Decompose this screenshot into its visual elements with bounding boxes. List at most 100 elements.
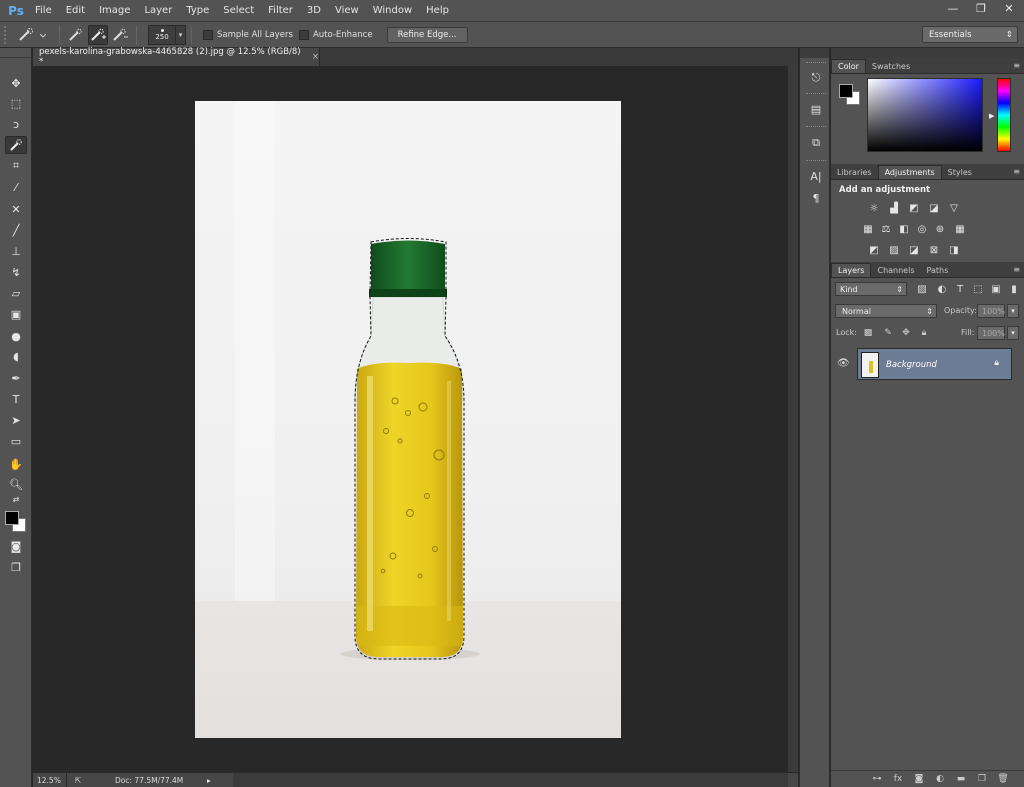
path-selection-icon[interactable]: ➤ <box>5 411 27 429</box>
menu-view[interactable]: View <box>328 0 366 22</box>
paragraph-panel-icon[interactable]: ¶ <box>808 190 824 206</box>
document-tab[interactable]: pexels-karolina-grabowska-4465828 (2).jp… <box>33 47 320 67</box>
tab-libraries[interactable]: Libraries <box>831 165 878 179</box>
new-adjustment-layer-icon[interactable]: ◐ <box>933 774 947 784</box>
dodge-icon[interactable]: ◖ <box>5 347 27 365</box>
hand-icon[interactable]: ✋ <box>5 455 27 473</box>
options-grip[interactable] <box>4 25 10 44</box>
swap-colors-icon[interactable]: ⇄ <box>5 494 27 504</box>
dock-grip[interactable] <box>806 93 826 96</box>
tool-preset-picker[interactable] <box>16 25 54 45</box>
hue-saturation-icon[interactable]: ▦ <box>861 223 875 235</box>
menu-help[interactable]: Help <box>419 0 456 22</box>
tab-channels[interactable]: Channels <box>871 263 920 277</box>
photo-filter-icon[interactable]: ◎ <box>915 223 929 235</box>
menu-filter[interactable]: Filter <box>261 0 300 22</box>
color-picker-field[interactable] <box>867 78 983 152</box>
minimize-button[interactable]: — <box>946 2 960 15</box>
black-white-icon[interactable]: ◧ <box>897 223 911 235</box>
new-group-icon[interactable]: ▬ <box>954 774 968 784</box>
tab-color[interactable]: Color <box>831 59 866 73</box>
menu-select[interactable]: Select <box>216 0 261 22</box>
history-brush-icon[interactable]: ↯ <box>5 263 27 281</box>
menu-edit[interactable]: Edit <box>59 0 92 22</box>
history-panel-icon[interactable]: ⎋ <box>808 70 824 86</box>
auto-enhance-checkbox[interactable] <box>298 29 309 40</box>
subtract-from-selection-button[interactable] <box>110 25 130 45</box>
new-layer-icon[interactable]: ❐ <box>975 774 989 784</box>
delete-layer-icon[interactable]: 🗑︎ <box>996 774 1010 784</box>
refine-edge-button[interactable]: Refine Edge... <box>386 26 468 43</box>
dock-grip[interactable] <box>806 62 826 65</box>
lock-all-icon[interactable]: 🔒︎ <box>917 326 931 340</box>
opacity-dropdown[interactable]: ▾ <box>1007 304 1019 318</box>
gradient-icon[interactable]: ▣ <box>5 305 27 323</box>
lock-position-icon[interactable]: ✥ <box>899 326 913 340</box>
brightness-contrast-icon[interactable]: ☼ <box>867 202 881 214</box>
tab-paths[interactable]: Paths <box>921 263 955 277</box>
hue-slider-arrow-icon[interactable]: ▶ <box>989 112 994 120</box>
menu-image[interactable]: Image <box>92 0 137 22</box>
type-icon[interactable]: T <box>5 390 27 408</box>
tab-swatches[interactable]: Swatches <box>866 59 916 73</box>
dock-grip[interactable] <box>806 160 826 163</box>
dock-grip[interactable] <box>806 126 826 129</box>
pixel-filter-icon[interactable]: ▨ <box>915 282 929 296</box>
menu-type[interactable]: Type <box>179 0 216 22</box>
tab-styles[interactable]: Styles <box>942 165 978 179</box>
curves-icon[interactable]: ◩ <box>907 202 921 214</box>
add-mask-icon[interactable]: ◙ <box>912 774 926 784</box>
posterize-icon[interactable]: ▨ <box>887 244 901 256</box>
link-layers-icon[interactable]: ⊶ <box>870 774 884 784</box>
workspace-select[interactable]: Essentials ⇕ <box>922 26 1018 43</box>
tools-panel-header[interactable] <box>0 48 31 58</box>
opacity-input[interactable]: 100% <box>977 304 1005 318</box>
close-tab-icon[interactable]: × <box>312 52 319 62</box>
exposure-icon[interactable]: ◪ <box>927 202 941 214</box>
tab-layers[interactable]: Layers <box>831 263 872 277</box>
document-canvas[interactable] <box>195 101 621 738</box>
filter-toggle-icon[interactable]: ▮ <box>1007 282 1021 296</box>
screen-mode-icon[interactable]: ❐ <box>5 558 27 576</box>
status-menu-arrow-icon[interactable]: ▸ <box>207 776 221 785</box>
panel-menu-icon[interactable]: ≡ <box>1013 265 1020 274</box>
tab-adjustments[interactable]: Adjustments <box>877 165 942 179</box>
smart-object-filter-icon[interactable]: ▣ <box>989 282 1003 296</box>
invert-icon[interactable]: ◩ <box>867 244 881 256</box>
crop-icon[interactable]: ⌗ <box>5 157 27 175</box>
stamp-icon[interactable]: ⊥ <box>5 242 27 260</box>
lock-transparent-icon[interactable]: ▩ <box>861 326 875 340</box>
brush-size-dropdown[interactable]: ▾ <box>176 24 186 45</box>
vertical-scrollbar[interactable] <box>788 66 798 772</box>
restore-button[interactable]: ❐ <box>974 2 988 15</box>
fill-input[interactable]: 100% <box>977 326 1005 340</box>
lock-pixels-icon[interactable]: ✎ <box>881 326 895 340</box>
layer-row[interactable]: Background 🔒︎ <box>857 348 1012 380</box>
dock-header[interactable] <box>800 48 829 58</box>
brush-size-picker[interactable]: 250 <box>148 24 176 45</box>
vibrance-icon[interactable]: ▽ <box>947 202 961 214</box>
hue-slider[interactable] <box>997 78 1011 152</box>
panel-menu-icon[interactable]: ≡ <box>1013 61 1020 70</box>
menu-window[interactable]: Window <box>366 0 419 22</box>
zoom-icon[interactable]: 🔍︎ <box>5 475 27 493</box>
panel-menu-icon[interactable]: ≡ <box>1013 167 1020 176</box>
properties-panel-icon[interactable]: ▤ <box>808 101 824 117</box>
type-filter-icon[interactable]: T <box>953 282 967 296</box>
new-selection-button[interactable] <box>66 25 86 45</box>
eraser-icon[interactable]: ▱ <box>5 284 27 302</box>
sample-all-layers-checkbox[interactable] <box>203 29 213 40</box>
close-button[interactable]: ✕ <box>1002 2 1016 15</box>
blur-icon[interactable]: ● <box>5 327 27 345</box>
gradient-map-icon[interactable]: ◨ <box>947 244 961 256</box>
menu-3d[interactable]: 3D <box>300 0 328 22</box>
layer-style-icon[interactable]: fx <box>891 774 905 784</box>
blend-mode-select[interactable]: Normal ⇕ <box>835 304 937 318</box>
layer-kind-filter[interactable]: Kind ⇕ <box>835 282 907 296</box>
eyedropper-icon[interactable]: ⁄ <box>5 178 27 196</box>
add-to-selection-button[interactable] <box>88 24 108 45</box>
color-foreground-swatch[interactable] <box>839 84 853 98</box>
fill-dropdown[interactable]: ▾ <box>1007 326 1019 340</box>
quick-selection-icon[interactable] <box>5 136 27 154</box>
character-panel-icon[interactable]: A| <box>808 168 824 184</box>
